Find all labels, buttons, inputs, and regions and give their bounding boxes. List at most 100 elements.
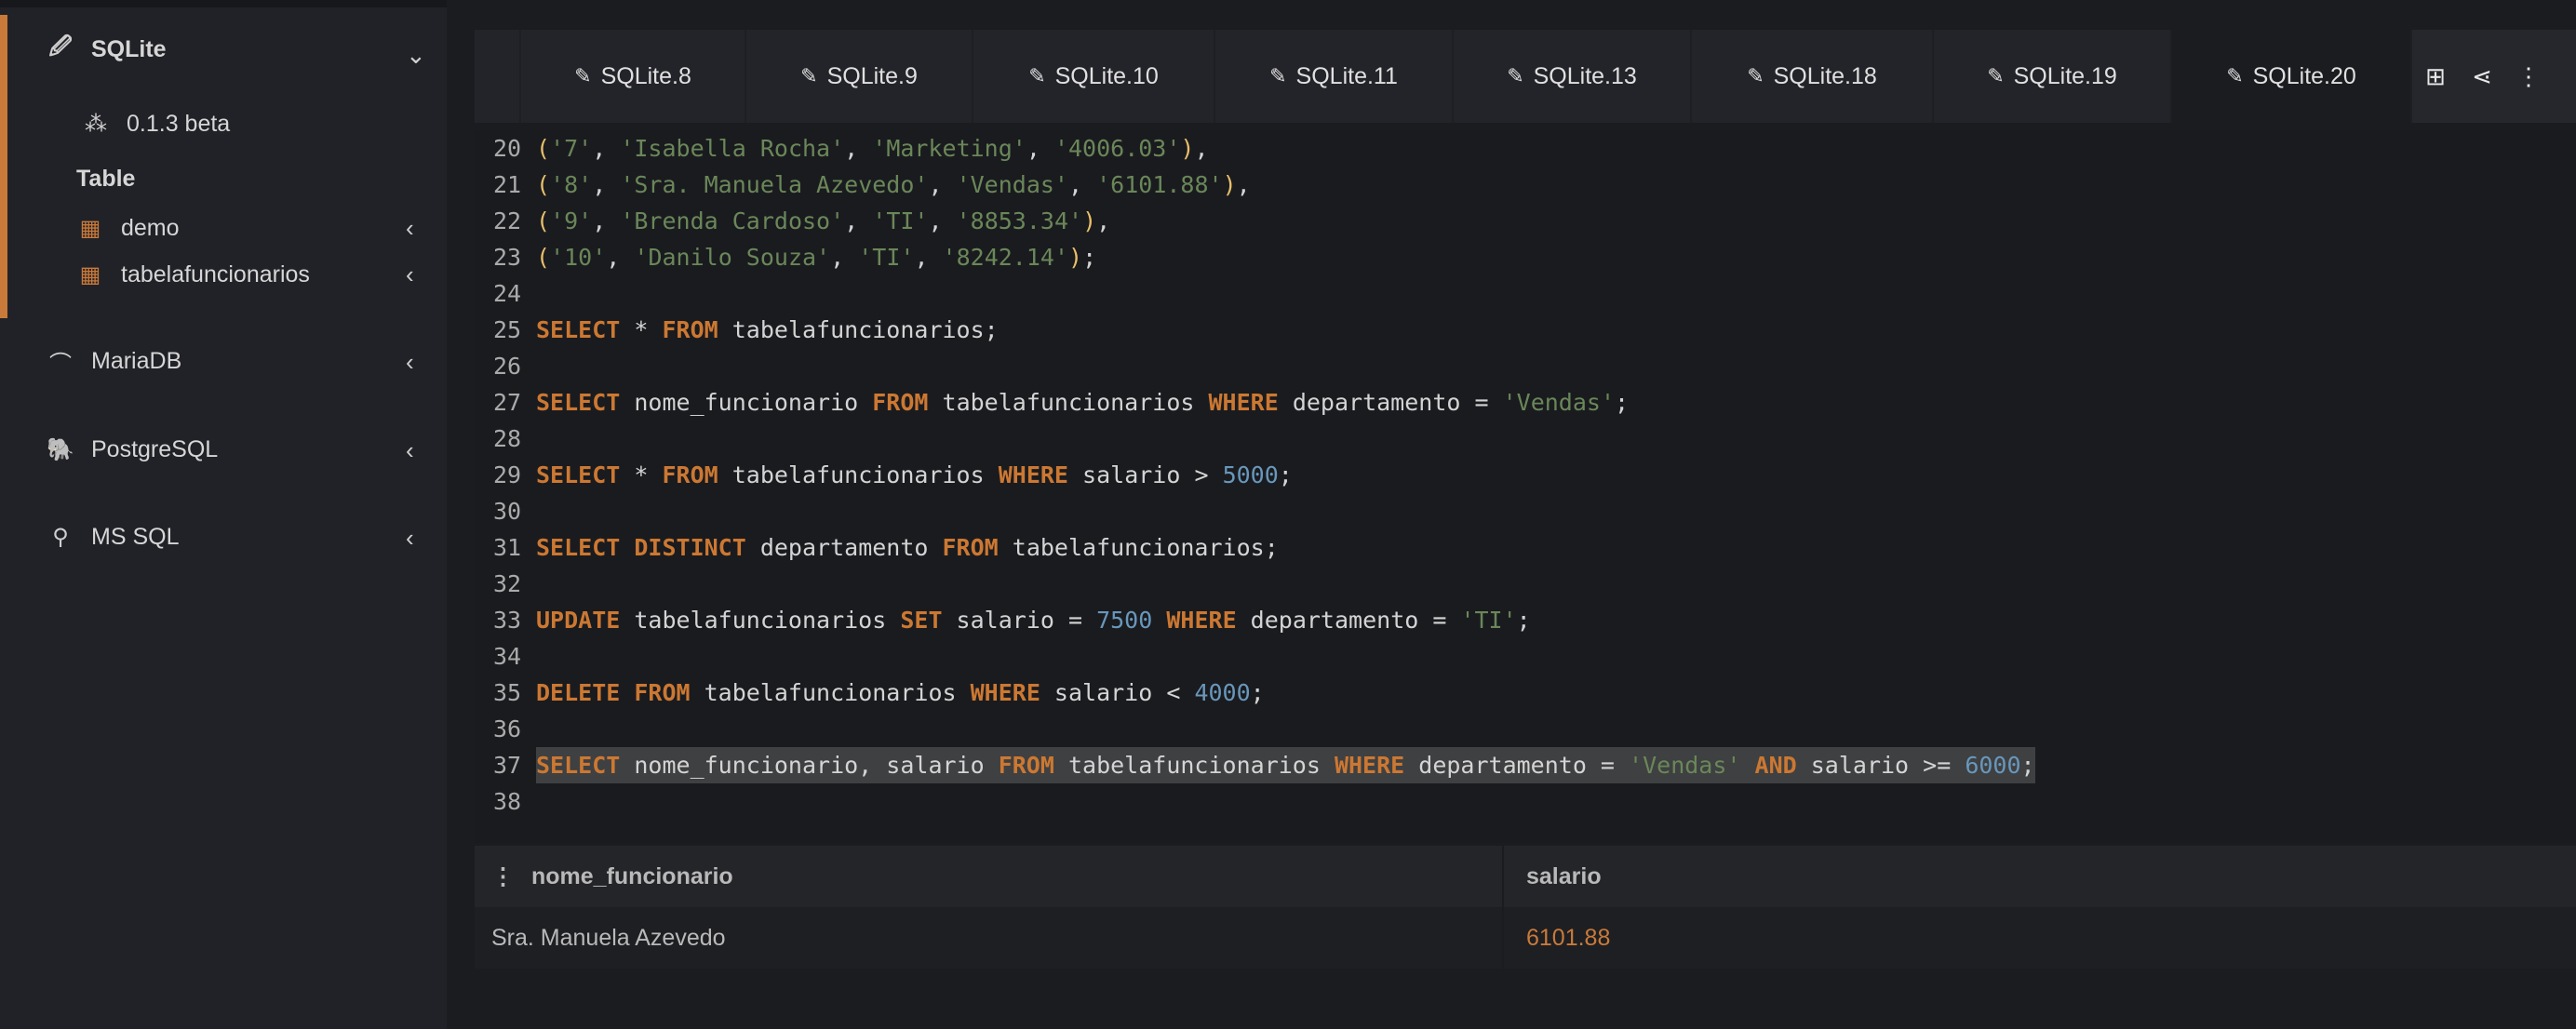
- token-tx: ,: [1194, 135, 1209, 162]
- edit-icon: ✎: [1747, 64, 1764, 87]
- token-tx: ,: [1236, 171, 1251, 198]
- token-pn: ): [1068, 244, 1083, 271]
- token-str: 'TI': [1460, 607, 1517, 634]
- token-kw: SELECT: [536, 316, 621, 343]
- chevron-left-icon[interactable]: ‹: [406, 261, 414, 289]
- token-tx: tabelafuncionarios: [718, 461, 999, 488]
- edit-icon: ✎: [1269, 64, 1287, 87]
- token-tx: [1740, 752, 1754, 779]
- token-pn: ): [1222, 171, 1237, 198]
- token-num: 4000: [1194, 679, 1251, 706]
- code-line: 37 SELECT nome_funcionario, salario FROM …: [475, 747, 2576, 783]
- sidebar-item-postgresql[interactable]: 🐘 PostgreSQL: [47, 435, 218, 463]
- cell: Sra. Manuela Azevedo: [491, 924, 726, 951]
- token-tx: salario =: [942, 607, 1097, 634]
- token-str: 'Vendas': [956, 171, 1068, 198]
- line-number: 36: [493, 715, 522, 742]
- tab-sqlite-18[interactable]: ✎ SQLite.18: [1692, 30, 1934, 123]
- token-tx: ,: [844, 207, 873, 234]
- share-icon[interactable]: ⋖: [2459, 30, 2505, 123]
- code-content: ('10', 'Danilo Souza', 'TI', '8242.14');: [536, 239, 1096, 275]
- tab-sqlite-13[interactable]: ✎ SQLite.13: [1454, 30, 1692, 123]
- sidebar-item-mariadb[interactable]: ⌒ MariaDB: [47, 347, 181, 377]
- token-str: 'Danilo Souza': [634, 244, 831, 271]
- token-tx: ,: [606, 244, 635, 271]
- table-icon: ▦: [79, 261, 101, 287]
- token-kw: FROM: [872, 389, 929, 416]
- token-tx: ,: [928, 171, 957, 198]
- token-tx: ,: [592, 135, 621, 162]
- token-str: 'Brenda Cardoso': [620, 207, 845, 234]
- token-str: 'Sra. Manuela Azevedo': [620, 171, 929, 198]
- token-tx: ;: [1278, 461, 1293, 488]
- token-str: '4006.03': [1053, 135, 1181, 162]
- chevron-left-icon[interactable]: ‹: [406, 348, 414, 377]
- sql-editor[interactable]: 20 ('7', 'Isabella Rocha', 'Marketing', '…: [475, 130, 2576, 843]
- code-line: 35 DELETE FROM tabelafuncionarios WHERE s…: [475, 675, 2576, 711]
- token-str: 'Vendas': [1502, 389, 1616, 416]
- token-kw: SELECT DISTINCT: [536, 534, 746, 561]
- main-panel: ✎ SQLite.8 ✎ SQLite.9 ✎ SQLite.10 ✎ SQLite.11 ✎ S…: [475, 30, 2576, 1029]
- token-tx: tabelafuncionarios: [690, 679, 971, 706]
- chevron-left-icon[interactable]: ‹: [406, 214, 414, 243]
- token-tx: salario >=: [1796, 752, 1966, 779]
- token-tx: ;: [1250, 679, 1265, 706]
- tab-sqlite-9[interactable]: ✎ SQLite.9: [746, 30, 973, 123]
- token-tx: ,: [914, 244, 943, 271]
- line-number: 20: [493, 135, 522, 162]
- line-number: 27: [493, 389, 522, 416]
- tab-sqlite-8[interactable]: ✎ SQLite.8: [521, 30, 746, 123]
- token-tx: tabelafuncionarios: [620, 607, 901, 634]
- token-pn: (: [536, 207, 551, 234]
- token-kw: SELECT: [536, 389, 621, 416]
- code-line: 26: [475, 348, 2576, 384]
- sidebar-item-mssql[interactable]: ⚲ MS SQL: [47, 523, 179, 551]
- token-tx: tabelafuncionarios: [928, 389, 1209, 416]
- token-tx: ;: [2020, 752, 2035, 779]
- code-line: 23 ('10', 'Danilo Souza', 'TI', '8242.14'…: [475, 239, 2576, 275]
- tab-bar: ✎ SQLite.8 ✎ SQLite.9 ✎ SQLite.10 ✎ SQLite.11 ✎ S…: [475, 30, 2576, 123]
- token-tx: tabelafuncionarios;: [998, 534, 1279, 561]
- code-line: 30: [475, 493, 2576, 529]
- token-kw: WHERE: [970, 679, 1040, 706]
- sidebar: 🖉 SQLite ⌄ ⁂ 0.1.3 beta Table ▦ demo ‹ ▦…: [0, 0, 447, 1029]
- column-menu-icon[interactable]: ⋮: [491, 862, 515, 890]
- more-vertical-icon[interactable]: ⋮: [2505, 30, 2552, 123]
- tab-label: SQLite.19: [2013, 62, 2117, 89]
- sidebar-item-demo[interactable]: ▦ demo: [76, 214, 180, 242]
- line-number: 22: [493, 207, 522, 234]
- token-str: '9': [550, 207, 593, 234]
- token-str: '8': [550, 171, 593, 198]
- sidebar-item-tabelafuncionarios[interactable]: ▦ tabelafuncionarios: [76, 261, 310, 288]
- chevron-down-icon[interactable]: ⌄: [406, 41, 426, 70]
- table-row[interactable]: Sra. Manuela Azevedo 6101.88: [475, 907, 2576, 969]
- tab-sqlite-10[interactable]: ✎ SQLite.10: [973, 30, 1215, 123]
- token-tx: ;: [1615, 389, 1630, 416]
- sidebar-item-sqlite[interactable]: 🖉 SQLite: [47, 34, 166, 63]
- token-tx: nome_funcionario, salario: [620, 752, 999, 779]
- edit-icon: ✎: [574, 64, 592, 87]
- code-line: 22 ('9', 'Brenda Cardoso', 'TI', '8853.34…: [475, 203, 2576, 239]
- edit-icon: ✎: [800, 64, 818, 87]
- chevron-left-icon[interactable]: ‹: [406, 436, 414, 465]
- token-pn: (: [536, 244, 551, 271]
- chevron-left-icon[interactable]: ‹: [406, 524, 414, 553]
- token-kw: WHERE: [998, 461, 1068, 488]
- tab-overflow[interactable]: [475, 30, 521, 123]
- code-content: SELECT nome_funcionario FROM tabelafunci…: [536, 384, 1629, 421]
- column-header[interactable]: salario: [1526, 863, 1602, 890]
- plus-square-icon[interactable]: ⊞: [2412, 30, 2459, 123]
- token-kw: UPDATE: [536, 607, 621, 634]
- code-line: 27 SELECT nome_funcionario FROM tabelafun…: [475, 384, 2576, 421]
- code-content: ('9', 'Brenda Cardoso', 'TI', '8853.34')…: [536, 203, 1110, 239]
- tab-sqlite-19[interactable]: ✎ SQLite.19: [1934, 30, 2172, 123]
- tab-sqlite-11[interactable]: ✎ SQLite.11: [1215, 30, 1454, 123]
- column-header[interactable]: nome_funcionario: [531, 863, 733, 890]
- edit-icon: ✎: [2226, 64, 2244, 87]
- tab-sqlite-20[interactable]: ✎ SQLite.20: [2172, 30, 2412, 123]
- code-line: 29 SELECT * FROM tabelafuncionarios WHERE…: [475, 457, 2576, 493]
- tab-label: SQLite.11: [1295, 62, 1398, 89]
- token-kw: FROM: [942, 534, 999, 561]
- token-str: 'Marketing': [872, 135, 1026, 162]
- line-number: 33: [493, 607, 522, 634]
